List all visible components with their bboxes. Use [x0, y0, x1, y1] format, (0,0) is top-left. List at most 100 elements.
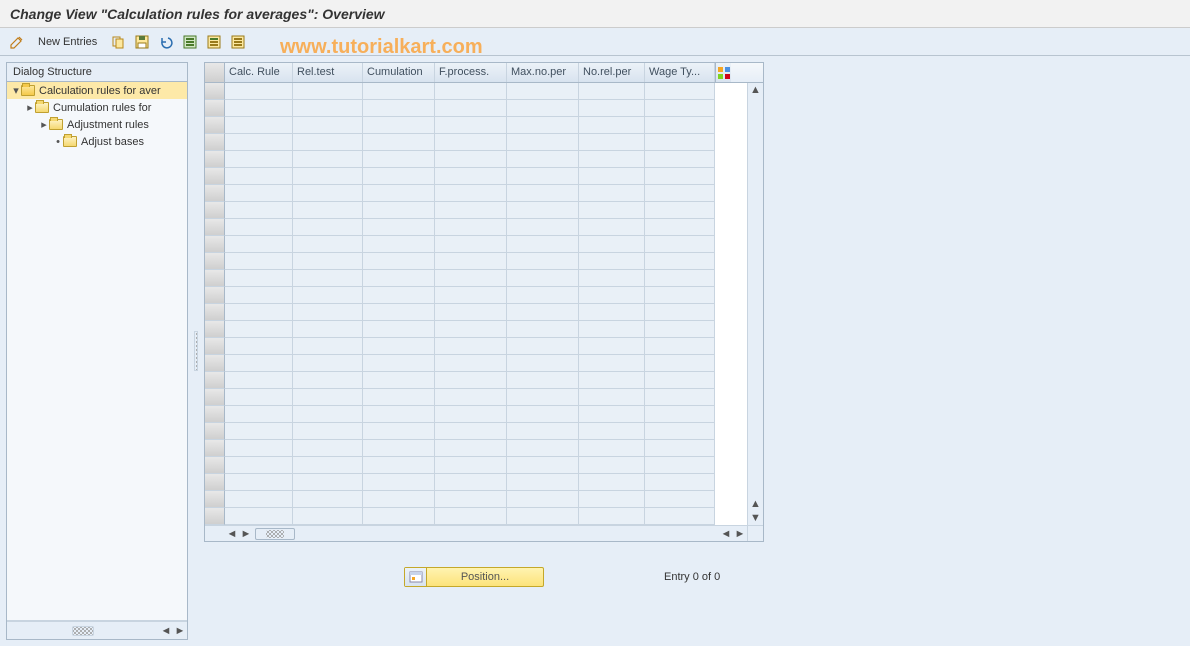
- scroll-thumb[interactable]: [255, 528, 295, 540]
- cell[interactable]: [435, 219, 507, 236]
- cell[interactable]: [507, 168, 579, 185]
- tree-item[interactable]: ▸Adjustment rules: [7, 116, 187, 133]
- row-header[interactable]: [205, 338, 225, 355]
- cell[interactable]: [507, 270, 579, 287]
- cell[interactable]: [507, 389, 579, 406]
- cell[interactable]: [579, 474, 645, 491]
- table-row[interactable]: [205, 151, 747, 168]
- row-header[interactable]: [205, 100, 225, 117]
- cell[interactable]: [293, 338, 363, 355]
- table-row[interactable]: [205, 134, 747, 151]
- cell[interactable]: [645, 253, 715, 270]
- scroll-left2-icon[interactable]: ◄: [719, 527, 733, 541]
- cell[interactable]: [225, 287, 293, 304]
- cell[interactable]: [363, 355, 435, 372]
- cell[interactable]: [293, 508, 363, 525]
- cell[interactable]: [435, 440, 507, 457]
- tree[interactable]: ▾Calculation rules for aver▸Cumulation r…: [7, 82, 187, 621]
- cell[interactable]: [363, 457, 435, 474]
- cell[interactable]: [435, 423, 507, 440]
- cell[interactable]: [507, 474, 579, 491]
- cell[interactable]: [579, 372, 645, 389]
- cell[interactable]: [507, 117, 579, 134]
- cell[interactable]: [225, 321, 293, 338]
- cell[interactable]: [225, 440, 293, 457]
- cell[interactable]: [293, 287, 363, 304]
- cell[interactable]: [225, 168, 293, 185]
- table-row[interactable]: [205, 440, 747, 457]
- cell[interactable]: [645, 100, 715, 117]
- cell[interactable]: [363, 406, 435, 423]
- cell[interactable]: [645, 304, 715, 321]
- row-header[interactable]: [205, 202, 225, 219]
- grid-corner[interactable]: [205, 63, 225, 82]
- column-header[interactable]: F.process.: [435, 63, 507, 82]
- cell[interactable]: [579, 100, 645, 117]
- cell[interactable]: [293, 134, 363, 151]
- cell[interactable]: [579, 321, 645, 338]
- cell[interactable]: [579, 236, 645, 253]
- cell[interactable]: [645, 236, 715, 253]
- cell[interactable]: [225, 202, 293, 219]
- cell[interactable]: [293, 440, 363, 457]
- cell[interactable]: [363, 321, 435, 338]
- horizontal-scrollbar[interactable]: ◄ ► ◄ ►: [205, 525, 747, 541]
- cell[interactable]: [225, 423, 293, 440]
- table-row[interactable]: [205, 474, 747, 491]
- table-row[interactable]: [205, 253, 747, 270]
- cell[interactable]: [435, 117, 507, 134]
- cell[interactable]: [645, 491, 715, 508]
- cell[interactable]: [645, 168, 715, 185]
- column-header[interactable]: No.rel.per: [579, 63, 645, 82]
- row-header[interactable]: [205, 440, 225, 457]
- cell[interactable]: [363, 508, 435, 525]
- row-header[interactable]: [205, 491, 225, 508]
- cell[interactable]: [363, 423, 435, 440]
- table-row[interactable]: [205, 491, 747, 508]
- cell[interactable]: [293, 270, 363, 287]
- cell[interactable]: [645, 151, 715, 168]
- cell[interactable]: [507, 202, 579, 219]
- cell[interactable]: [225, 185, 293, 202]
- cell[interactable]: [225, 236, 293, 253]
- cell[interactable]: [645, 457, 715, 474]
- cell[interactable]: [579, 338, 645, 355]
- cell[interactable]: [363, 474, 435, 491]
- cell[interactable]: [225, 134, 293, 151]
- cell[interactable]: [435, 134, 507, 151]
- cell[interactable]: [435, 287, 507, 304]
- cell[interactable]: [645, 423, 715, 440]
- cell[interactable]: [579, 219, 645, 236]
- cell[interactable]: [225, 338, 293, 355]
- table-row[interactable]: [205, 372, 747, 389]
- cell[interactable]: [579, 355, 645, 372]
- row-header[interactable]: [205, 287, 225, 304]
- column-header[interactable]: Wage Ty...: [645, 63, 715, 82]
- table-row[interactable]: [205, 185, 747, 202]
- cell[interactable]: [435, 355, 507, 372]
- row-header[interactable]: [205, 151, 225, 168]
- cell[interactable]: [293, 355, 363, 372]
- cell[interactable]: [507, 304, 579, 321]
- cell[interactable]: [435, 457, 507, 474]
- undo-icon[interactable]: [157, 33, 175, 51]
- cell[interactable]: [363, 270, 435, 287]
- cell[interactable]: [507, 508, 579, 525]
- cell[interactable]: [645, 287, 715, 304]
- cell[interactable]: [225, 406, 293, 423]
- cell[interactable]: [435, 236, 507, 253]
- cell[interactable]: [293, 321, 363, 338]
- row-header[interactable]: [205, 134, 225, 151]
- cell[interactable]: [579, 151, 645, 168]
- cell[interactable]: [225, 100, 293, 117]
- cell[interactable]: [507, 440, 579, 457]
- cell[interactable]: [579, 406, 645, 423]
- cell[interactable]: [363, 236, 435, 253]
- cell[interactable]: [293, 117, 363, 134]
- cell[interactable]: [507, 236, 579, 253]
- cell[interactable]: [293, 253, 363, 270]
- column-header[interactable]: Cumulation: [363, 63, 435, 82]
- row-header[interactable]: [205, 355, 225, 372]
- table-row[interactable]: [205, 117, 747, 134]
- table-row[interactable]: [205, 83, 747, 100]
